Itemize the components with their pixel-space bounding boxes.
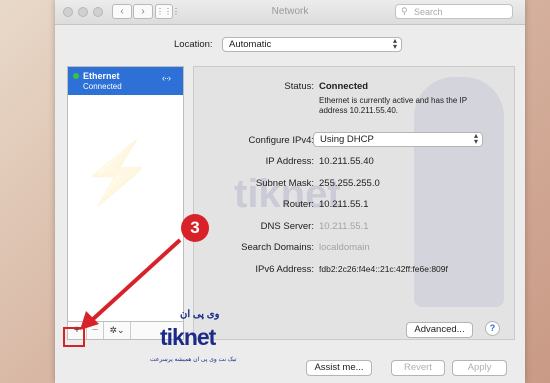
step-number-badge: 3 xyxy=(181,214,209,242)
annotation-arrow xyxy=(80,238,182,330)
arrow-shaft xyxy=(90,238,182,322)
